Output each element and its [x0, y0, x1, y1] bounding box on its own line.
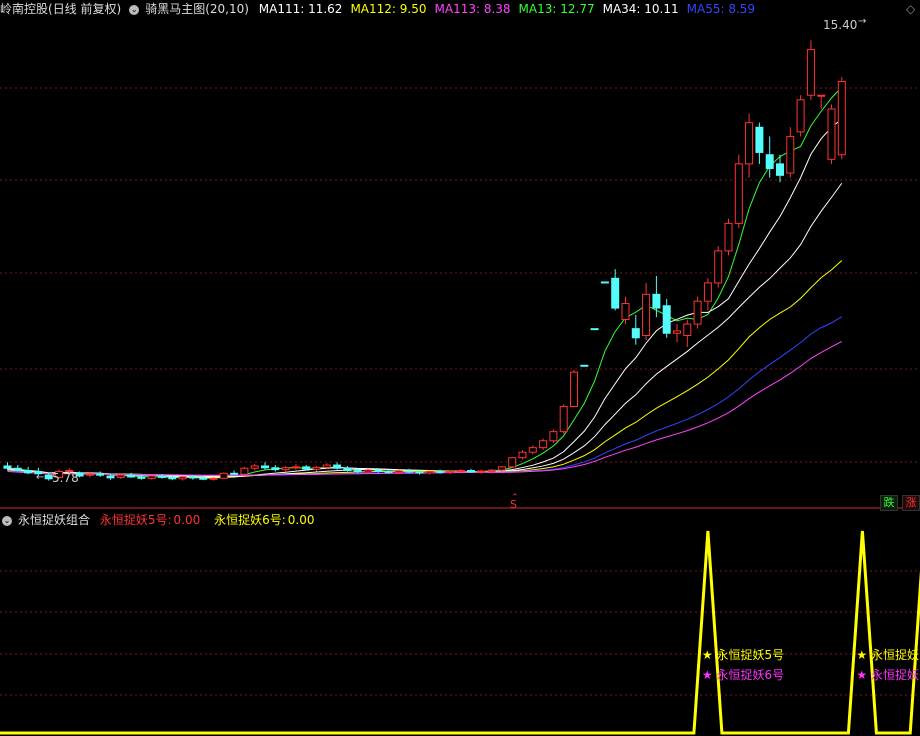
- signal5-label-1: ★ 永恒捉妖5号: [856, 648, 920, 662]
- signal6-label-0: ★ 永恒捉妖6号: [701, 668, 785, 682]
- signal5-label-0: ★ 永恒捉妖5号: [701, 648, 785, 662]
- signal6-label-1: ★ 永恒捉妖6号: [856, 668, 920, 682]
- signal-label-layer: ★ 永恒捉妖5号 ★ 永恒捉妖6号 ★ 永恒捉妖5号 ★ 永恒捉妖6号: [0, 0, 920, 736]
